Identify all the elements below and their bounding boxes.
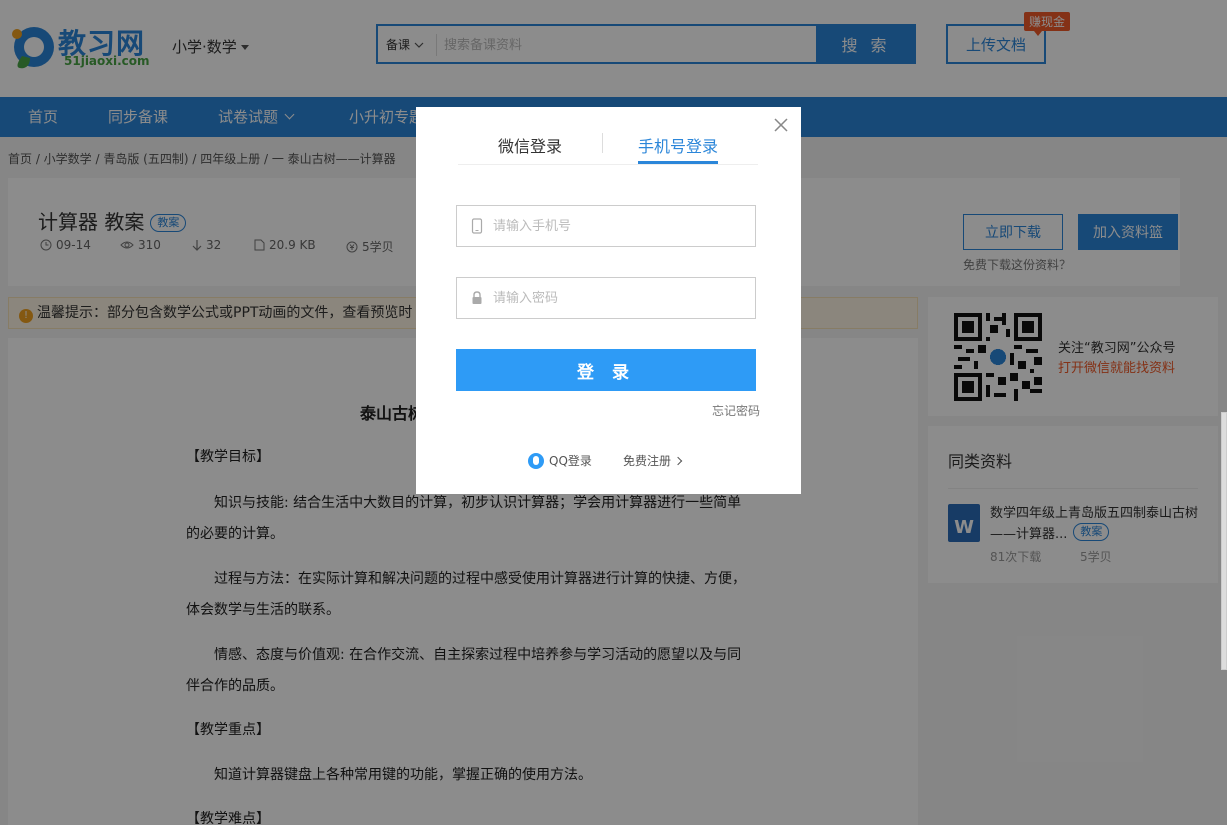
qq-icon (528, 452, 544, 469)
phone-input[interactable] (493, 214, 743, 238)
tab-wechat-login[interactable]: 微信登录 (498, 133, 562, 157)
close-icon[interactable] (773, 117, 789, 133)
chevron-right-icon (673, 456, 683, 466)
register-label: 免费注册 (623, 454, 672, 468)
password-input[interactable] (493, 286, 743, 310)
register-link[interactable]: 免费注册 (623, 452, 683, 469)
password-field (456, 277, 756, 319)
lock-icon (472, 291, 482, 304)
active-tab-indicator (638, 161, 718, 164)
forgot-password-link[interactable]: 忘记密码 (712, 402, 760, 419)
phone-icon (471, 218, 483, 234)
divider (458, 164, 758, 165)
divider (602, 133, 603, 153)
tab-phone-login[interactable]: 手机号登录 (638, 133, 718, 157)
qq-login-link[interactable]: QQ登录 (528, 452, 592, 469)
side-scrollbar[interactable] (1221, 412, 1227, 670)
login-modal: 微信登录 手机号登录 登 录 忘记密码 QQ登录 免费注册 (416, 107, 801, 494)
qq-login-label: QQ登录 (549, 454, 592, 468)
login-button[interactable]: 登 录 (456, 349, 756, 391)
phone-field (456, 205, 756, 247)
